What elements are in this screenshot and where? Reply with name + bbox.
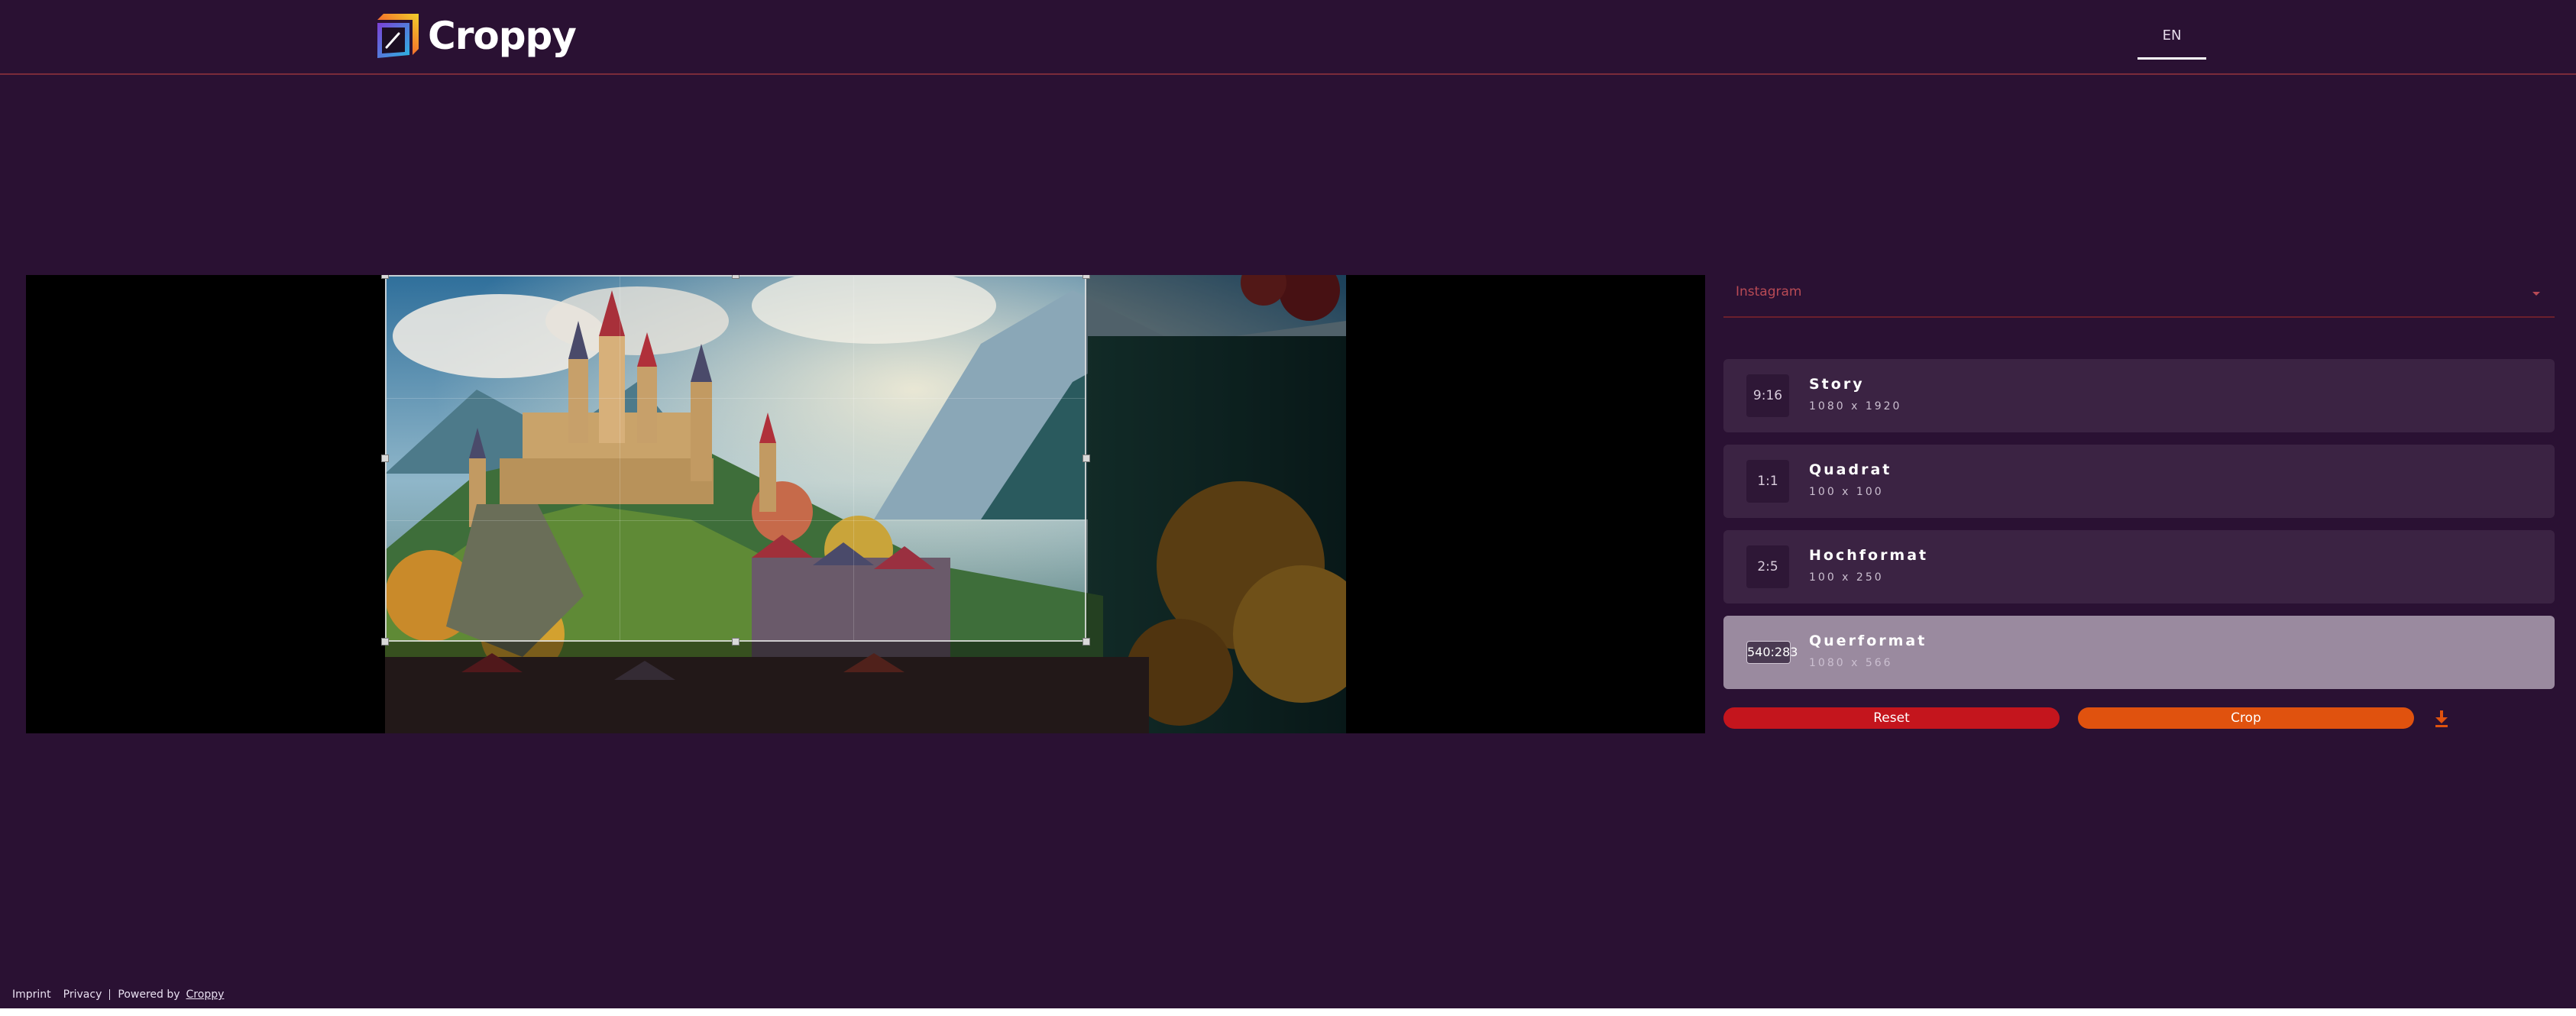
top-header: Croppy EN [0, 0, 2576, 75]
ratio-badge: 2:5 [1746, 545, 1789, 588]
preset-title: Querformat [1809, 633, 1927, 649]
crop-settings-panel: Instagram 9:16 Story 1080 x 1920 1:1 Qua… [1723, 275, 2555, 729]
preset-querformat[interactable]: 540:283 Querformat 1080 x 566 [1723, 616, 2555, 689]
crop-button[interactable]: Crop [2078, 707, 2414, 729]
crop-handle-bottom-right[interactable] [1083, 638, 1090, 646]
preset-hochformat[interactable]: 2:5 Hochformat 100 x 250 [1723, 530, 2555, 603]
crop-stage[interactable] [26, 275, 1705, 733]
preset-title: Hochformat [1809, 547, 1929, 564]
crop-handle-top-right[interactable] [1083, 275, 1090, 279]
platform-select-value: Instagram [1736, 284, 1802, 299]
preset-size: 100 x 100 [1809, 486, 1884, 498]
preset-list: 9:16 Story 1080 x 1920 1:1 Quadrat 100 x… [1723, 359, 2555, 701]
crop-handle-right[interactable] [1083, 455, 1090, 462]
action-bar: Reset Crop [1723, 707, 2555, 730]
chevron-down-icon [2532, 292, 2540, 296]
preset-size: 100 x 250 [1809, 571, 1884, 584]
ratio-badge: 1:1 [1746, 460, 1789, 503]
crop-handle-bottom-left[interactable] [381, 638, 389, 646]
footer-divider [109, 989, 111, 1000]
ratio-badge: 9:16 [1746, 374, 1789, 417]
crop-guide-horizontal-2 [387, 520, 1085, 521]
preset-quadrat[interactable]: 1:1 Quadrat 100 x 100 [1723, 445, 2555, 518]
crop-handle-top[interactable] [732, 275, 739, 279]
preset-title: Quadrat [1809, 461, 1892, 478]
powered-by-text: Powered by [118, 988, 180, 1001]
crop-handle-top-left[interactable] [381, 275, 389, 279]
imprint-link[interactable]: Imprint [12, 988, 51, 1001]
crop-guide-horizontal-1 [387, 398, 1085, 399]
page-footer: Imprint Privacy Powered by Croppy [12, 987, 224, 1002]
app-logo[interactable]: Croppy [373, 11, 577, 61]
ratio-badge: 540:283 [1746, 641, 1798, 664]
crop-handle-bottom[interactable] [732, 638, 739, 646]
privacy-link[interactable]: Privacy [63, 988, 102, 1001]
language-switcher[interactable]: EN [2137, 23, 2206, 60]
preset-story[interactable]: 9:16 Story 1080 x 1920 [1723, 359, 2555, 432]
crop-guide-vertical-2 [853, 277, 854, 640]
app-name: Croppy [428, 14, 577, 58]
preset-title: Story [1809, 376, 1865, 393]
preset-size: 1080 x 566 [1809, 657, 1893, 669]
app-root: Croppy EN Instagram 9:16 Story 1080 x 19… [0, 0, 2576, 1008]
preset-size: 1080 x 1920 [1809, 400, 1902, 413]
croppy-logo-icon [377, 14, 419, 58]
crop-selection[interactable] [385, 275, 1086, 642]
crop-handle-left[interactable] [381, 455, 389, 462]
reset-button[interactable]: Reset [1723, 707, 2060, 729]
crop-preview-image [387, 277, 1085, 640]
download-icon[interactable] [2431, 707, 2452, 729]
platform-select[interactable]: Instagram [1723, 275, 2555, 318]
croppy-link[interactable]: Croppy [186, 988, 225, 1001]
bottom-edge [0, 1008, 2576, 1016]
